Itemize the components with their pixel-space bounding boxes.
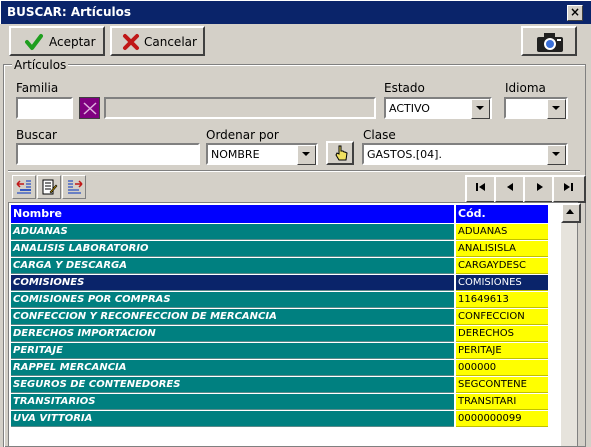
buscar-label: Buscar	[16, 128, 57, 142]
cell-codigo[interactable]: CARGAYDESC	[456, 258, 548, 274]
table-row[interactable]: COMISIONES POR COMPRAS 11649613	[11, 292, 555, 309]
cell-codigo[interactable]: TRANSITARI	[456, 394, 548, 410]
accept-button[interactable]: Aceptar	[9, 26, 105, 56]
camera-icon	[537, 33, 563, 52]
next-icon	[537, 183, 543, 191]
cell-codigo[interactable]: PERITAJE	[456, 343, 548, 359]
cell-nombre[interactable]: RAPPEL MERCANCIA	[11, 360, 454, 376]
familia-description-field	[104, 97, 376, 119]
move-right-button[interactable]	[62, 175, 86, 199]
table-row[interactable]: CONFECCION Y RECONFECCION DE MERCANCIA CO…	[11, 309, 555, 326]
cancel-label: Cancelar	[144, 35, 197, 49]
record-navigator	[465, 175, 586, 203]
cell-codigo[interactable]: SEGCONTENE	[456, 377, 548, 393]
chevron-down-icon[interactable]	[547, 145, 566, 165]
first-icon	[476, 183, 485, 191]
group-label: Artículos	[12, 58, 69, 72]
window-title: BUSCAR: Artículos	[7, 5, 132, 19]
cell-codigo[interactable]: CONFECCION	[456, 309, 548, 325]
cell-codigo[interactable]: COMISIONES	[456, 275, 548, 291]
table-row[interactable]: DERECHOS IMPORTACION DERECHOS	[11, 326, 555, 343]
table-row[interactable]: PERITAJE PERITAJE	[11, 343, 555, 360]
table-row[interactable]: RAPPEL MERCANCIA 000000	[11, 360, 555, 377]
hand-pointer-icon	[335, 145, 348, 161]
last-record-button[interactable]	[552, 175, 586, 203]
accept-label: Aceptar	[49, 35, 96, 49]
move-left-button[interactable]	[12, 175, 36, 199]
estado-label: Estado	[384, 81, 425, 95]
chevron-down-icon[interactable]	[471, 99, 490, 119]
cell-nombre[interactable]: CONFECCION Y RECONFECCION DE MERCANCIA	[11, 309, 454, 325]
move-columns-right-icon	[68, 180, 83, 194]
x-icon	[123, 34, 139, 50]
results-grid[interactable]: Nombre Cód. ADUANAS ADUANAS ANALISIS LABOR…	[8, 202, 581, 447]
camera-button[interactable]	[521, 26, 577, 56]
clase-label: Clase	[363, 128, 396, 142]
cell-nombre[interactable]: ADUANAS	[11, 224, 454, 240]
ordenar-select[interactable]: NOMBRE	[206, 143, 318, 165]
cell-codigo[interactable]: 0000000099	[456, 411, 548, 427]
idioma-select[interactable]	[504, 97, 568, 119]
cell-nombre[interactable]: PERITAJE	[11, 343, 454, 359]
estado-select[interactable]: ACTIVO	[384, 97, 492, 119]
cell-nombre[interactable]: SEGUROS DE CONTENEDORES	[11, 377, 454, 393]
move-columns-left-icon	[16, 180, 31, 194]
cell-nombre[interactable]: ANALISIS LABORATORIO	[11, 241, 454, 257]
table-row[interactable]: COMISIONES COMISIONES	[11, 275, 555, 292]
edit-list-button[interactable]	[37, 175, 61, 199]
last-icon	[564, 183, 573, 191]
familia-code-input[interactable]	[16, 97, 73, 119]
vertical-scrollbar[interactable]	[561, 203, 581, 446]
cell-nombre[interactable]: TRANSITARIOS	[11, 394, 454, 410]
table-row[interactable]: SEGUROS DE CONTENEDORES SEGCONTENE	[11, 377, 555, 394]
table-row[interactable]: TRANSITARIOS TRANSITARI	[11, 394, 555, 411]
column-header-nombre[interactable]: Nombre	[11, 205, 454, 223]
cell-nombre[interactable]: COMISIONES	[11, 275, 454, 291]
title-bar: BUSCAR: Artículos ×	[0, 0, 591, 24]
table-row[interactable]: CARGA Y DESCARGA CARGAYDESC	[11, 258, 555, 275]
chevron-up-icon	[566, 209, 574, 214]
table-row[interactable]: UVA VITTORIA 0000000099	[11, 411, 555, 428]
familia-label: Familia	[16, 81, 59, 95]
cell-nombre[interactable]: DERECHOS IMPORTACION	[11, 326, 454, 342]
order-hand-button[interactable]	[326, 141, 354, 165]
close-button[interactable]: ×	[567, 5, 583, 21]
table-row[interactable]: ANALISIS LABORATORIO ANALISISLA	[11, 241, 555, 258]
cell-nombre[interactable]: UVA VITTORIA	[11, 411, 454, 427]
chevron-down-icon[interactable]	[547, 99, 566, 119]
cross-icon	[83, 102, 97, 115]
document-edit-icon	[42, 179, 58, 195]
cell-codigo[interactable]: ANALISISLA	[456, 241, 548, 257]
familia-lookup-button[interactable]	[79, 97, 100, 119]
cell-nombre[interactable]: CARGA Y DESCARGA	[11, 258, 454, 274]
chevron-down-icon[interactable]	[297, 145, 316, 165]
prev-icon	[507, 183, 513, 191]
ordenar-label: Ordenar por	[206, 128, 279, 142]
clase-select[interactable]: GASTOS.[04].	[362, 143, 568, 165]
scroll-up-button[interactable]	[561, 203, 581, 223]
cell-codigo[interactable]: 000000	[456, 360, 548, 376]
cell-codigo[interactable]: 11649613	[456, 292, 548, 308]
column-header-codigo[interactable]: Cód.	[456, 205, 548, 223]
separator	[8, 170, 580, 172]
cancel-button[interactable]: Cancelar	[110, 26, 205, 56]
cell-codigo[interactable]: DERECHOS	[456, 326, 548, 342]
table-row[interactable]: ADUANAS ADUANAS	[11, 224, 555, 241]
buscar-input[interactable]	[16, 143, 200, 165]
cell-codigo[interactable]: ADUANAS	[456, 224, 548, 240]
idioma-label: Idioma	[505, 81, 546, 95]
checkmark-icon	[25, 34, 43, 50]
cell-nombre[interactable]: COMISIONES POR COMPRAS	[11, 292, 454, 308]
